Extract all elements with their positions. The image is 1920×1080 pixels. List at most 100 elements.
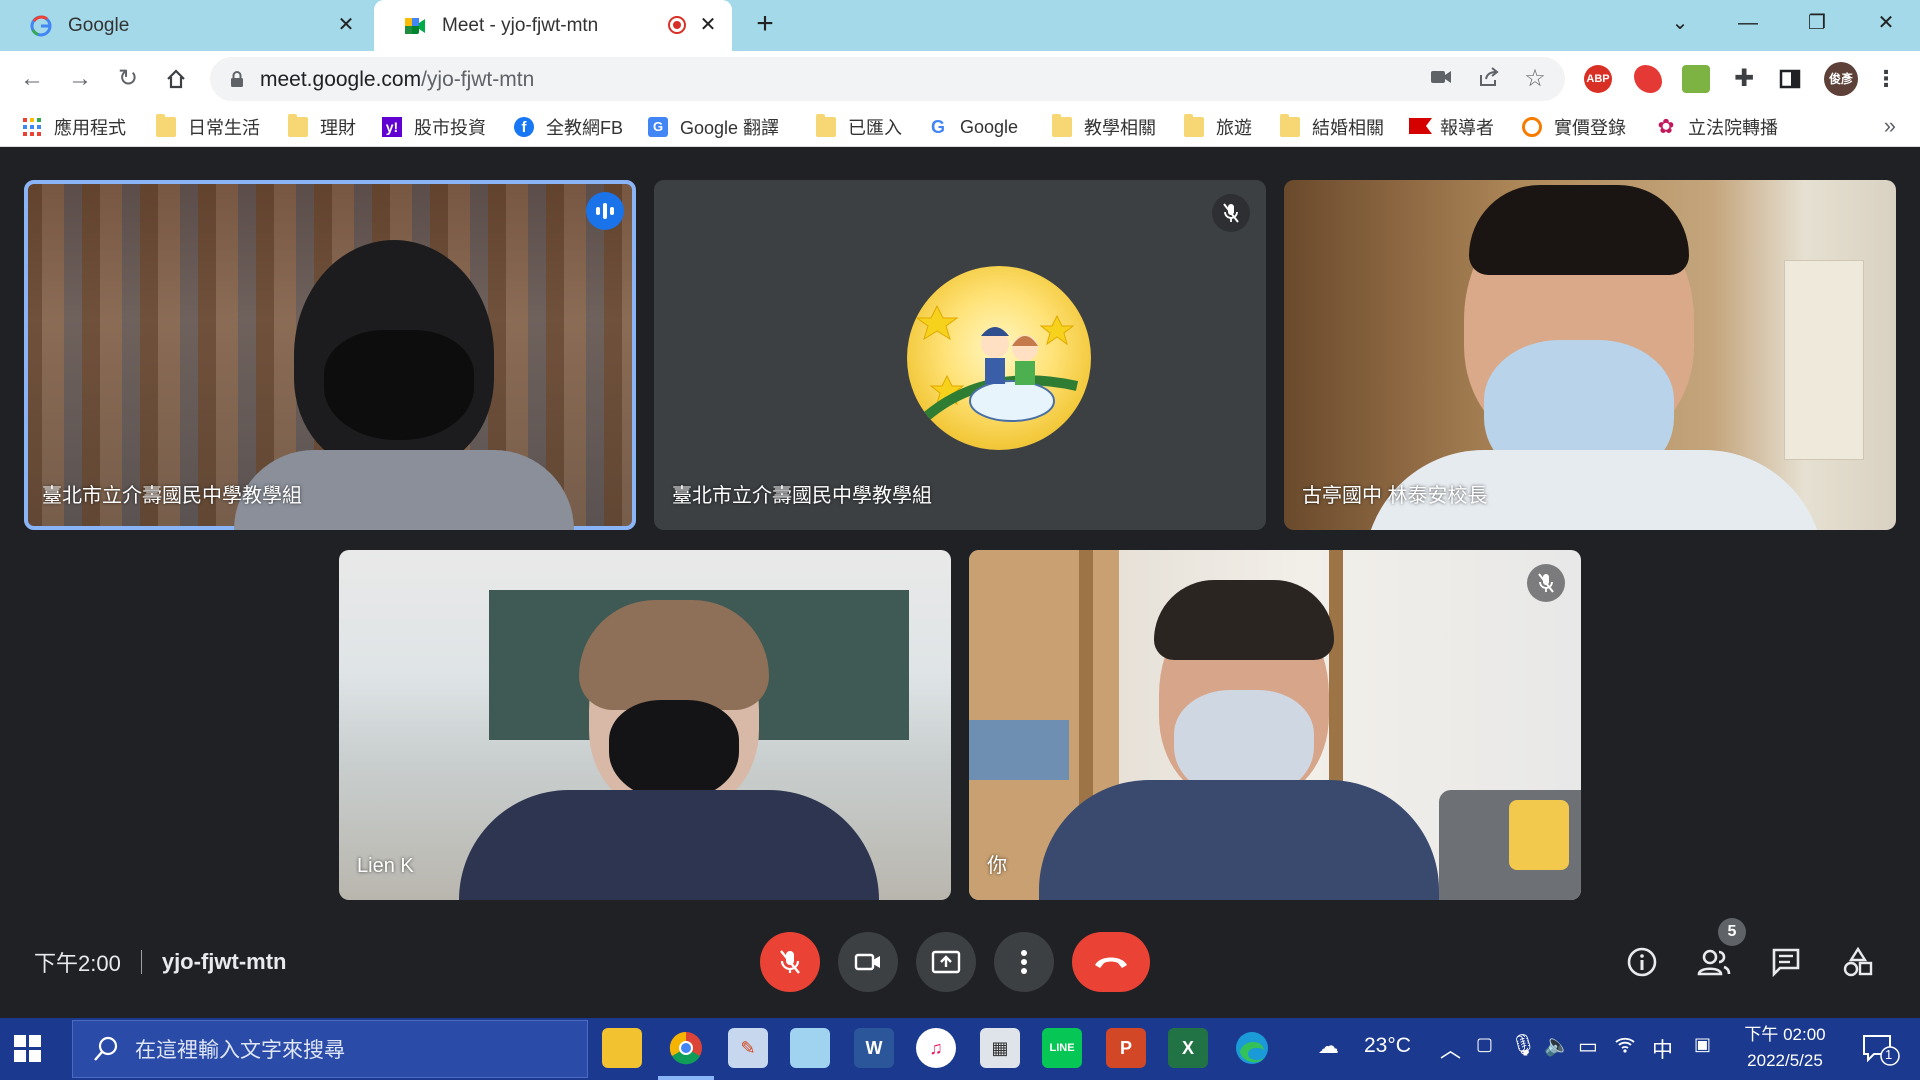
toggle-camera-button[interactable] bbox=[838, 932, 898, 992]
bookmark-label: 股市投資 bbox=[414, 118, 486, 138]
weather-cloud-icon[interactable]: ☁ bbox=[1318, 1034, 1339, 1059]
bookmark-legislative[interactable]: ✿ 立法院轉播 bbox=[1656, 115, 1778, 139]
device-icon[interactable]: ▢ bbox=[1476, 1034, 1493, 1055]
powerpoint-icon[interactable]: P bbox=[1106, 1028, 1146, 1068]
bookmark-google-translate[interactable]: G Google 翻譯 bbox=[648, 115, 779, 139]
toggle-microphone-button[interactable] bbox=[760, 932, 820, 992]
participant-tile[interactable]: 臺北市立介壽國民中學教學組 bbox=[24, 180, 636, 530]
bookmark-label: 立法院轉播 bbox=[1688, 118, 1778, 138]
extension-green-icon[interactable] bbox=[1682, 65, 1710, 93]
excel-icon[interactable]: X bbox=[1168, 1028, 1208, 1068]
home-icon[interactable] bbox=[160, 63, 192, 95]
word-icon[interactable]: W bbox=[854, 1028, 894, 1068]
participant-video-body bbox=[1039, 780, 1439, 900]
bookmark-wedding[interactable]: 結婚相關 bbox=[1280, 114, 1384, 139]
bookmark-label: 應用程式 bbox=[54, 118, 126, 138]
itunes-icon[interactable]: ♫ bbox=[916, 1028, 956, 1068]
camera-in-use-icon[interactable] bbox=[1428, 67, 1454, 91]
restore-button[interactable]: ❐ bbox=[1797, 6, 1837, 40]
bookmark-real-price[interactable]: 實價登錄 bbox=[1522, 115, 1626, 139]
meeting-details: 下午2:00 yjo-fjwt-mtn bbox=[34, 946, 286, 978]
show-hidden-icons-chevron-icon[interactable]: ︿ bbox=[1440, 1034, 1461, 1064]
divider bbox=[140, 950, 142, 974]
bookmark-star-icon[interactable]: ☆ bbox=[1522, 67, 1548, 91]
bookmark-finance[interactable]: 理財 bbox=[288, 114, 356, 139]
google-icon bbox=[30, 15, 52, 37]
meeting-time: 下午2:00 bbox=[34, 951, 121, 976]
address-bar[interactable]: meet.google.com/yjo-fjwt-mtn ☆ bbox=[210, 57, 1565, 101]
microphone-icon[interactable]: 🎙 bbox=[1510, 1034, 1537, 1058]
edge-icon[interactable] bbox=[1232, 1028, 1272, 1068]
file-explorer-icon[interactable] bbox=[602, 1028, 642, 1068]
taskbar-clock[interactable]: 下午 02:00 2022/5/25 bbox=[1740, 1022, 1830, 1074]
bookmark-google[interactable]: G Google bbox=[928, 115, 1018, 139]
taskbar-search-box[interactable]: 在這裡輸入文字來搜尋 bbox=[72, 1020, 588, 1078]
extensions-puzzle-icon[interactable]: ✚ bbox=[1730, 65, 1758, 93]
new-tab-button[interactable]: + bbox=[750, 9, 780, 40]
tab-google[interactable]: Google ✕ bbox=[0, 0, 370, 51]
notepad-icon[interactable] bbox=[790, 1028, 830, 1068]
participant-tile[interactable]: 古亭國中 林泰安校長 bbox=[1284, 180, 1896, 530]
reload-icon[interactable]: ↻ bbox=[112, 63, 144, 95]
bookmark-stocks[interactable]: y! 股市投資 bbox=[382, 115, 486, 139]
minimize-button[interactable]: — bbox=[1728, 6, 1768, 40]
speaker-volume-icon[interactable]: 🔈 bbox=[1544, 1034, 1570, 1058]
present-screen-button[interactable] bbox=[916, 932, 976, 992]
more-bookmarks-button[interactable]: » bbox=[1884, 113, 1896, 139]
paint-icon[interactable]: ✎ bbox=[728, 1028, 768, 1068]
back-arrow-icon[interactable]: ← bbox=[16, 63, 48, 95]
chrome-menu-icon[interactable]: ⋮ bbox=[1872, 65, 1900, 93]
meeting-details-button[interactable] bbox=[1620, 940, 1664, 984]
chrome-icon[interactable] bbox=[666, 1028, 706, 1068]
ime-mode-icon[interactable]: ▣ bbox=[1694, 1034, 1711, 1055]
bookmark-label: 實價登錄 bbox=[1554, 118, 1626, 138]
close-window-button[interactable]: ✕ bbox=[1866, 6, 1906, 40]
forward-arrow-icon[interactable]: → bbox=[64, 63, 96, 95]
more-options-button[interactable] bbox=[994, 932, 1054, 992]
action-center-button[interactable]: 1 bbox=[1860, 1032, 1900, 1066]
close-tab-icon[interactable]: ✕ bbox=[696, 13, 720, 37]
tab-search-chevron-icon[interactable]: ⌄ bbox=[1660, 6, 1700, 40]
bookmark-imported[interactable]: 已匯入 bbox=[816, 114, 902, 139]
active-app-indicator bbox=[658, 1076, 714, 1080]
recording-indicator-icon bbox=[668, 16, 686, 34]
meet-logo-icon bbox=[404, 15, 426, 37]
battery-icon[interactable]: ▭ bbox=[1578, 1034, 1598, 1059]
adblock-plus-icon[interactable]: ABP bbox=[1584, 65, 1612, 93]
participant-name: 你 bbox=[987, 855, 1007, 877]
leave-call-button[interactable] bbox=[1072, 932, 1150, 992]
participant-tile[interactable]: 臺北市立介壽國民中學教學組 bbox=[654, 180, 1266, 530]
bookmark-fb[interactable]: f 全教網FB bbox=[514, 115, 623, 139]
participant-tile[interactable]: Lien K bbox=[339, 550, 951, 900]
meet-stage: 臺北市立介壽國民中學教學組 臺北市立介壽國民中學教學組 古亭國中 林泰安校長 L… bbox=[0, 148, 1920, 1018]
bookmark-teaching[interactable]: 教學相關 bbox=[1052, 114, 1156, 139]
wall-scroll bbox=[1784, 260, 1864, 460]
url-host: meet.google.com bbox=[260, 68, 422, 91]
share-icon[interactable] bbox=[1476, 67, 1502, 91]
participant-name: 古亭國中 林泰安校長 bbox=[1302, 485, 1488, 507]
bookmark-travel[interactable]: 旅遊 bbox=[1184, 114, 1252, 139]
close-tab-icon[interactable]: ✕ bbox=[334, 13, 358, 37]
side-panel-icon[interactable] bbox=[1776, 65, 1804, 93]
input-method-indicator[interactable]: 中 bbox=[1652, 1034, 1673, 1064]
weather-temperature[interactable]: 23°C bbox=[1364, 1034, 1411, 1058]
calculator-icon[interactable]: ▦ bbox=[980, 1028, 1020, 1068]
line-icon[interactable]: LINE bbox=[1042, 1028, 1082, 1068]
folder-icon bbox=[156, 114, 176, 137]
chat-button[interactable] bbox=[1764, 940, 1808, 984]
participant-tile[interactable]: 你 bbox=[969, 550, 1581, 900]
bookmark-apps[interactable]: 應用程式 bbox=[22, 115, 126, 139]
windows-start-button[interactable] bbox=[14, 1035, 42, 1063]
windows-taskbar: 在這裡輸入文字來搜尋 ✎ W ♫ ▦ LINE P X ☁ 23°C ︿ ▢ 🎙… bbox=[0, 1018, 1920, 1080]
wifi-icon[interactable] bbox=[1614, 1034, 1636, 1060]
folder-icon bbox=[1184, 114, 1204, 137]
bookmark-daily-life[interactable]: 日常生活 bbox=[156, 114, 260, 139]
extension-red-icon[interactable] bbox=[1634, 65, 1662, 93]
participant-name: Lien K bbox=[357, 855, 414, 877]
tab-meet[interactable]: Meet - yjo-fjwt-mtn ✕ bbox=[374, 0, 732, 51]
profile-avatar[interactable]: 俊彥 bbox=[1824, 62, 1858, 96]
activities-button[interactable] bbox=[1836, 940, 1880, 984]
people-button[interactable] bbox=[1692, 940, 1736, 984]
participant-count-badge: 5 bbox=[1718, 918, 1746, 946]
bookmark-reporter[interactable]: 報導者 bbox=[1408, 115, 1494, 139]
